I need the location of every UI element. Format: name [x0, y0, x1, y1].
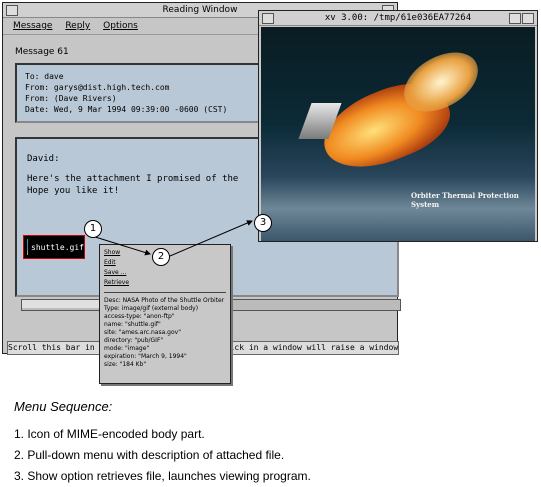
- desc-line: access-type: "anon-ftp": [104, 313, 175, 320]
- minimize-button[interactable]: [509, 13, 521, 24]
- menu-item-retrieve[interactable]: Retrieve: [104, 278, 226, 288]
- xv-window-title: xv 3.00: /tmp/61e036EA77264: [259, 11, 537, 26]
- window-menu-button[interactable]: [262, 13, 274, 24]
- message-label: Message 61: [15, 47, 69, 57]
- shuttle-photo: Orbiter Thermal Protection System: [261, 27, 535, 241]
- desc-line: mode: "image": [104, 345, 150, 352]
- desc-line: directory: "pub/GIF": [104, 337, 164, 344]
- image-file-icon: [27, 239, 29, 255]
- sequence-step: 2. Pull-down menu with description of at…: [14, 448, 285, 462]
- menu-options[interactable]: Options: [103, 21, 138, 31]
- window-menu-button[interactable]: [6, 5, 18, 16]
- menu-message[interactable]: Message: [13, 21, 52, 31]
- sequence-step: 1. Icon of MIME-encoded body part.: [14, 427, 205, 441]
- attachment-label: shuttle.gif: [31, 242, 84, 252]
- callout-1: 1: [84, 220, 102, 238]
- scrollbar-thumb[interactable]: [22, 300, 109, 308]
- menu-item-save[interactable]: Save ...: [104, 268, 226, 278]
- desc-line: site: "ames.arc.nasa.gov": [104, 329, 181, 336]
- menu-reply[interactable]: Reply: [65, 21, 90, 31]
- xv-window: xv 3.00: /tmp/61e036EA77264 Orbiter Ther…: [258, 10, 538, 242]
- photo-caption: Orbiter Thermal Protection System: [411, 191, 519, 209]
- desc-line: size: "184 Kb": [104, 361, 147, 368]
- callout-3: 3: [254, 214, 272, 232]
- desc-line: expiration: "March 9, 1994": [104, 353, 187, 360]
- desc-line: Desc: NASA Photo of the Shuttle Orbiter: [104, 297, 225, 304]
- desc-line: Type: image/gif (external body): [104, 305, 199, 312]
- menu-divider: [104, 292, 226, 293]
- attachment-icon[interactable]: shuttle.gif: [23, 235, 85, 259]
- desc-line: name: "shuttle.gif": [104, 321, 161, 328]
- sequence-steps: 1. Icon of MIME-encoded body part. 2. Pu…: [14, 424, 311, 487]
- maximize-button[interactable]: [522, 13, 534, 24]
- sequence-title: Menu Sequence:: [14, 399, 113, 414]
- callout-2: 2: [152, 248, 170, 266]
- sequence-step: 3. Show option retrieves file, launches …: [14, 469, 311, 483]
